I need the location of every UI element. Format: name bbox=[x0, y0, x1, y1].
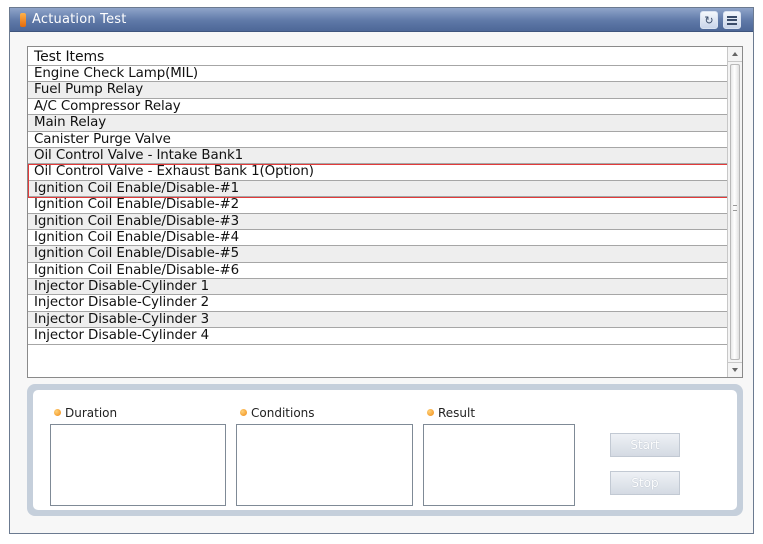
scrollbar-thumb[interactable] bbox=[730, 64, 740, 360]
list-rows: Test Items Engine Check Lamp(MIL) Fuel P… bbox=[28, 47, 728, 345]
app-icon bbox=[20, 13, 26, 27]
actuation-test-window: Actuation Test ↻ Test Items Engine Check… bbox=[9, 7, 754, 534]
list-item[interactable]: A/C Compressor Relay bbox=[28, 99, 728, 116]
window-title: Actuation Test bbox=[32, 12, 127, 27]
menu-icon bbox=[727, 15, 737, 25]
list-item[interactable]: Ignition Coil Enable/Disable-#5 bbox=[28, 246, 728, 263]
scroll-down-icon[interactable] bbox=[728, 362, 742, 377]
conditions-field[interactable] bbox=[236, 424, 413, 506]
conditions-bullet-icon bbox=[240, 409, 247, 416]
grip-icon bbox=[733, 205, 737, 211]
result-label: Result bbox=[438, 406, 476, 420]
list-scrollbar[interactable] bbox=[727, 47, 742, 377]
list-item[interactable]: Ignition Coil Enable/Disable-#3 bbox=[28, 213, 728, 230]
stop-button[interactable]: Stop bbox=[610, 471, 680, 495]
test-items-list[interactable]: Test Items Engine Check Lamp(MIL) Fuel P… bbox=[27, 46, 743, 378]
result-bullet-icon bbox=[427, 409, 434, 416]
list-item[interactable]: Injector Disable-Cylinder 2 bbox=[28, 295, 728, 312]
list-item[interactable]: Ignition Coil Enable/Disable-#4 bbox=[28, 230, 728, 247]
list-item[interactable]: Oil Control Valve - Exhaust Bank 1(Optio… bbox=[28, 164, 728, 181]
list-item[interactable]: Fuel Pump Relay bbox=[28, 82, 728, 99]
list-item[interactable]: Ignition Coil Enable/Disable-#1 bbox=[28, 180, 728, 198]
control-panel: Duration Conditions Result Start Stop bbox=[27, 384, 743, 516]
start-button[interactable]: Start bbox=[610, 433, 680, 457]
list-item[interactable]: Ignition Coil Enable/Disable-#6 bbox=[28, 263, 728, 280]
list-item[interactable]: Injector Disable-Cylinder 1 bbox=[28, 279, 728, 296]
duration-bullet-icon bbox=[54, 409, 61, 416]
conditions-label: Conditions bbox=[251, 406, 315, 420]
menu-button[interactable] bbox=[723, 11, 741, 29]
retry-icon: ↻ bbox=[704, 14, 714, 27]
result-field[interactable] bbox=[423, 424, 575, 506]
retry-button[interactable]: ↻ bbox=[700, 11, 718, 29]
list-item[interactable]: Injector Disable-Cylinder 3 bbox=[28, 311, 728, 329]
title-bar: Actuation Test ↻ bbox=[10, 8, 753, 32]
duration-field[interactable] bbox=[50, 424, 226, 506]
list-item[interactable]: Injector Disable-Cylinder 4 bbox=[28, 328, 728, 345]
list-item[interactable]: Engine Check Lamp(MIL) bbox=[28, 66, 728, 83]
list-item[interactable]: Oil Control Valve - Intake Bank1 bbox=[28, 147, 728, 165]
list-item[interactable]: Ignition Coil Enable/Disable-#2 bbox=[28, 197, 728, 214]
duration-label: Duration bbox=[65, 406, 118, 420]
scroll-up-icon[interactable] bbox=[728, 47, 742, 62]
control-panel-inner: Duration Conditions Result Start Stop bbox=[33, 390, 737, 510]
list-item[interactable]: Canister Purge Valve bbox=[28, 132, 728, 148]
list-header: Test Items bbox=[28, 47, 728, 66]
list-item[interactable]: Main Relay bbox=[28, 115, 728, 132]
